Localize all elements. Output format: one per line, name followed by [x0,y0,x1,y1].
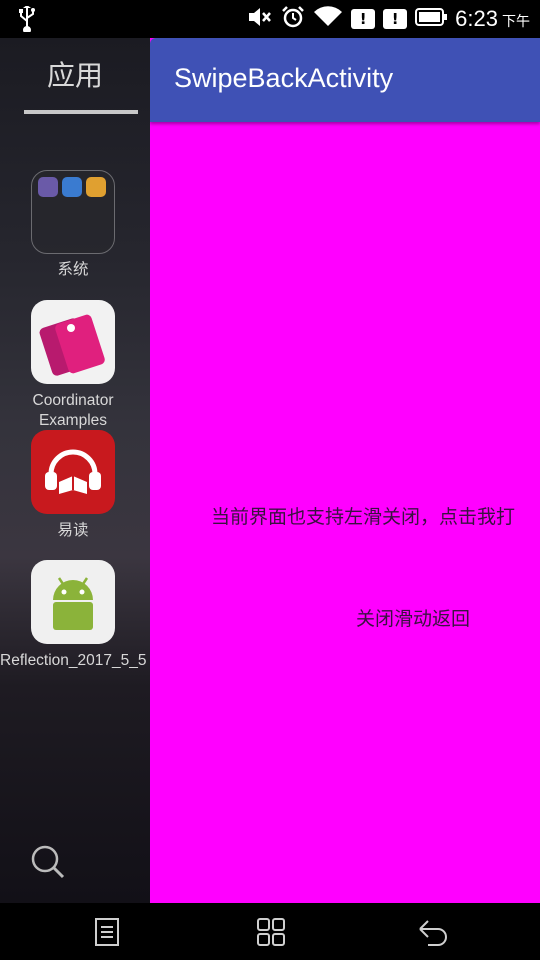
launcher-background: 应用 系统 Coordinator Examples 易读 Reflection… [0,38,150,903]
search-icon[interactable] [30,844,66,884]
app-bar: SwipeBackActivity [150,38,540,122]
swipe-back-activity[interactable]: SwipeBackActivity 当前界面也支持左滑关闭，点击我打 关闭滑动返… [150,38,540,903]
clock: 6:23 [455,6,498,31]
android-app-icon [31,560,115,644]
launcher-header[interactable]: 应用 [0,54,150,94]
info-text-button[interactable]: 当前界面也支持左滑关闭，点击我打 [211,502,515,529]
app-label: Reflection_2017_5_5 [0,652,147,669]
folder-icon [31,170,115,254]
navigation-bar [0,903,540,960]
status-bar: ! ! 6:23 下午 [0,0,540,38]
menu-icon[interactable] [90,915,124,949]
back-icon[interactable] [416,915,450,949]
app-label: Coordinator Examples [32,392,114,429]
battery-icon [415,7,448,31]
page-title: SwipeBackActivity [174,63,394,93]
wifi-icon [313,6,343,32]
close-swipe-back-button[interactable]: 关闭滑动返回 [356,604,470,631]
launcher-tab-indicator [24,110,138,114]
notification-alert-icon: ! [351,9,376,29]
clock-ampm: 下午 [502,14,530,30]
app-label: 易读 [57,522,89,539]
app-label: 系统 [57,261,89,278]
coordinator-app-icon [31,300,115,384]
notification-alert-icon: ! [383,9,408,29]
alarm-icon [281,5,305,33]
usb-icon [18,5,36,36]
yidu-app-icon [31,430,115,514]
mute-icon [247,6,273,32]
home-icon[interactable] [254,915,288,949]
